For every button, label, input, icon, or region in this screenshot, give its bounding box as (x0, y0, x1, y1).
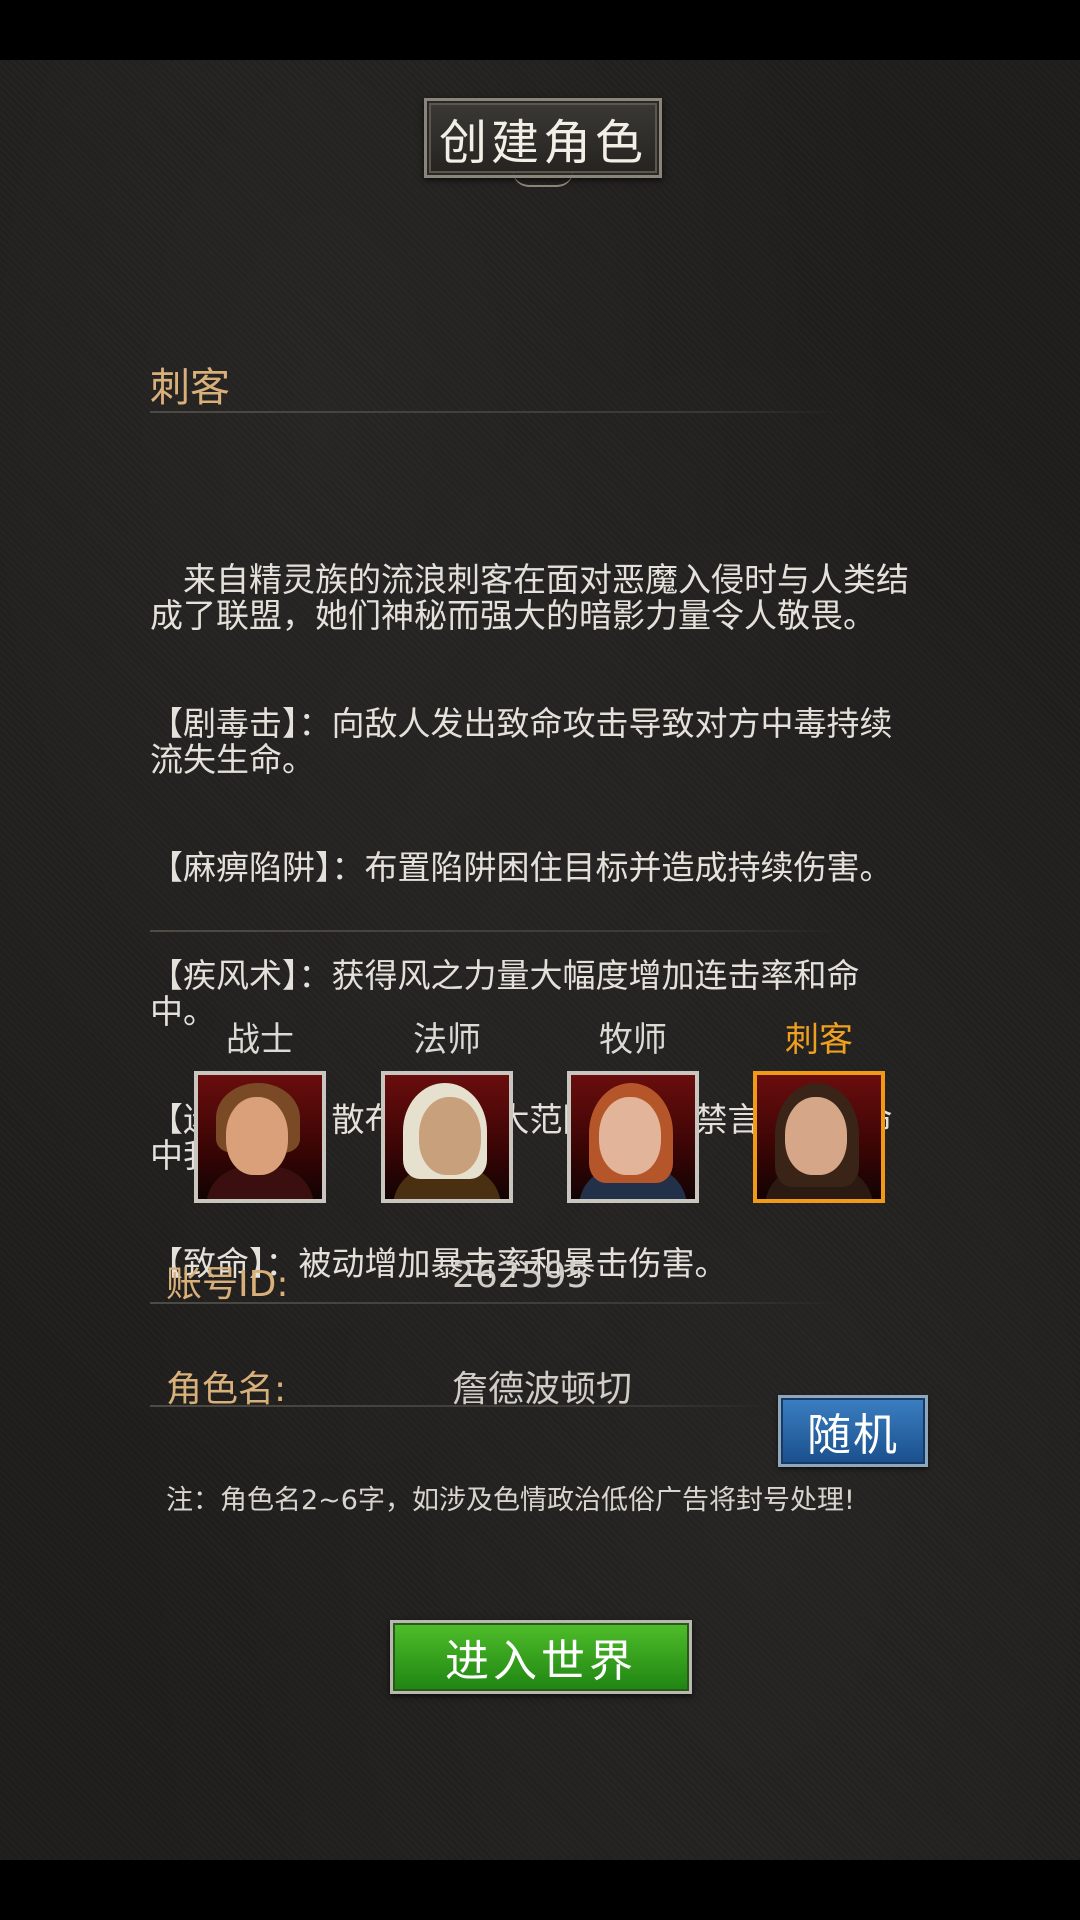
name-rule-note: 注：角色名2~6字，如涉及色情政治低俗广告将封号处理! (166, 1485, 855, 1516)
divider (150, 1405, 770, 1407)
class-selector: 战士 法师 牧师 刺客 (0, 1015, 1080, 1205)
divider (150, 1302, 840, 1304)
class-option-mage[interactable]: 法师 (377, 1015, 517, 1203)
class-label: 法师 (413, 1020, 481, 1060)
page-title: 创建角色 (424, 98, 662, 187)
warrior-portrait-icon[interactable] (194, 1071, 326, 1203)
enter-world-button[interactable]: 进入世界 (390, 1620, 692, 1694)
class-option-assassin[interactable]: 刺客 (749, 1015, 889, 1203)
selected-class-name: 刺客 (150, 365, 230, 411)
divider (150, 411, 840, 413)
class-option-priest[interactable]: 牧师 (563, 1015, 703, 1203)
description-line: 来自精灵族的流浪刺客在面对恶魔入侵时与人类结成了联盟，她们神秘而强大的暗影力量令… (150, 560, 909, 635)
divider (150, 930, 840, 932)
priest-portrait-icon[interactable] (567, 1071, 699, 1203)
title-ornament (513, 171, 573, 187)
assassin-portrait-icon[interactable] (753, 1071, 885, 1203)
mage-portrait-icon[interactable] (381, 1071, 513, 1203)
description-line: 【麻痹陷阱】：布置陷阱困住目标并造成持续伤害。 (150, 848, 893, 887)
account-id-label: 账号ID: (166, 1264, 289, 1305)
character-creation-screen: 创建角色 刺客 来自精灵族的流浪刺客在面对恶魔入侵时与人类结成了联盟，她们神秘而… (0, 60, 1080, 1860)
class-label: 战士 (226, 1020, 294, 1060)
class-label: 刺客 (785, 1020, 853, 1060)
class-option-warrior[interactable]: 战士 (190, 1015, 330, 1203)
class-description: 来自精灵族的流浪刺客在面对恶魔入侵时与人类结成了联盟，她们神秘而强大的暗影力量令… (150, 490, 910, 1354)
account-id-value: 262595 (452, 1255, 590, 1296)
random-name-button[interactable]: 随机 (778, 1395, 928, 1467)
description-line: 【剧毒击】：向敌人发出致命攻击导致对方中毒持续流失生命。 (150, 704, 893, 779)
class-label: 牧师 (599, 1020, 667, 1060)
